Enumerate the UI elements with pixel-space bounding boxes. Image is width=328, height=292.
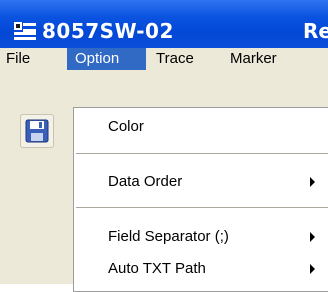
menu-separator: [76, 153, 328, 154]
window-title: 8057SW-02: [42, 19, 174, 43]
menu-item-label: Data Order: [108, 173, 183, 190]
save-button[interactable]: [20, 114, 54, 148]
menu-item-data-order[interactable]: Data Order: [74, 170, 328, 194]
menu-trace[interactable]: Trace: [150, 48, 200, 70]
submenu-arrow-icon: [310, 232, 315, 242]
menu-item-label: Auto TXT Path: [108, 260, 206, 277]
menu-bar: File Option Trace Marker: [0, 48, 328, 70]
menu-marker[interactable]: Marker: [224, 48, 283, 70]
menu-item-label: Field Separator (;): [108, 228, 229, 245]
menu-item-field-separator[interactable]: Field Separator (;): [74, 225, 328, 249]
menu-item-auto-txt-path[interactable]: Auto TXT Path: [74, 257, 328, 281]
menu-option[interactable]: Option: [67, 48, 146, 70]
menu-separator: [76, 207, 328, 208]
option-menu-dropdown: Color Data Order Field Separator (;) Aut…: [73, 107, 328, 292]
menu-item-label: Color: [108, 118, 144, 135]
menu-item-color[interactable]: Color: [74, 115, 328, 139]
app-icon: [14, 22, 36, 40]
submenu-arrow-icon: [310, 264, 315, 274]
menu-file[interactable]: File: [0, 48, 36, 70]
window-title-clipped: Re: [303, 19, 328, 43]
submenu-arrow-icon: [310, 177, 315, 187]
title-bar: 8057SW-02 Re: [0, 0, 328, 48]
